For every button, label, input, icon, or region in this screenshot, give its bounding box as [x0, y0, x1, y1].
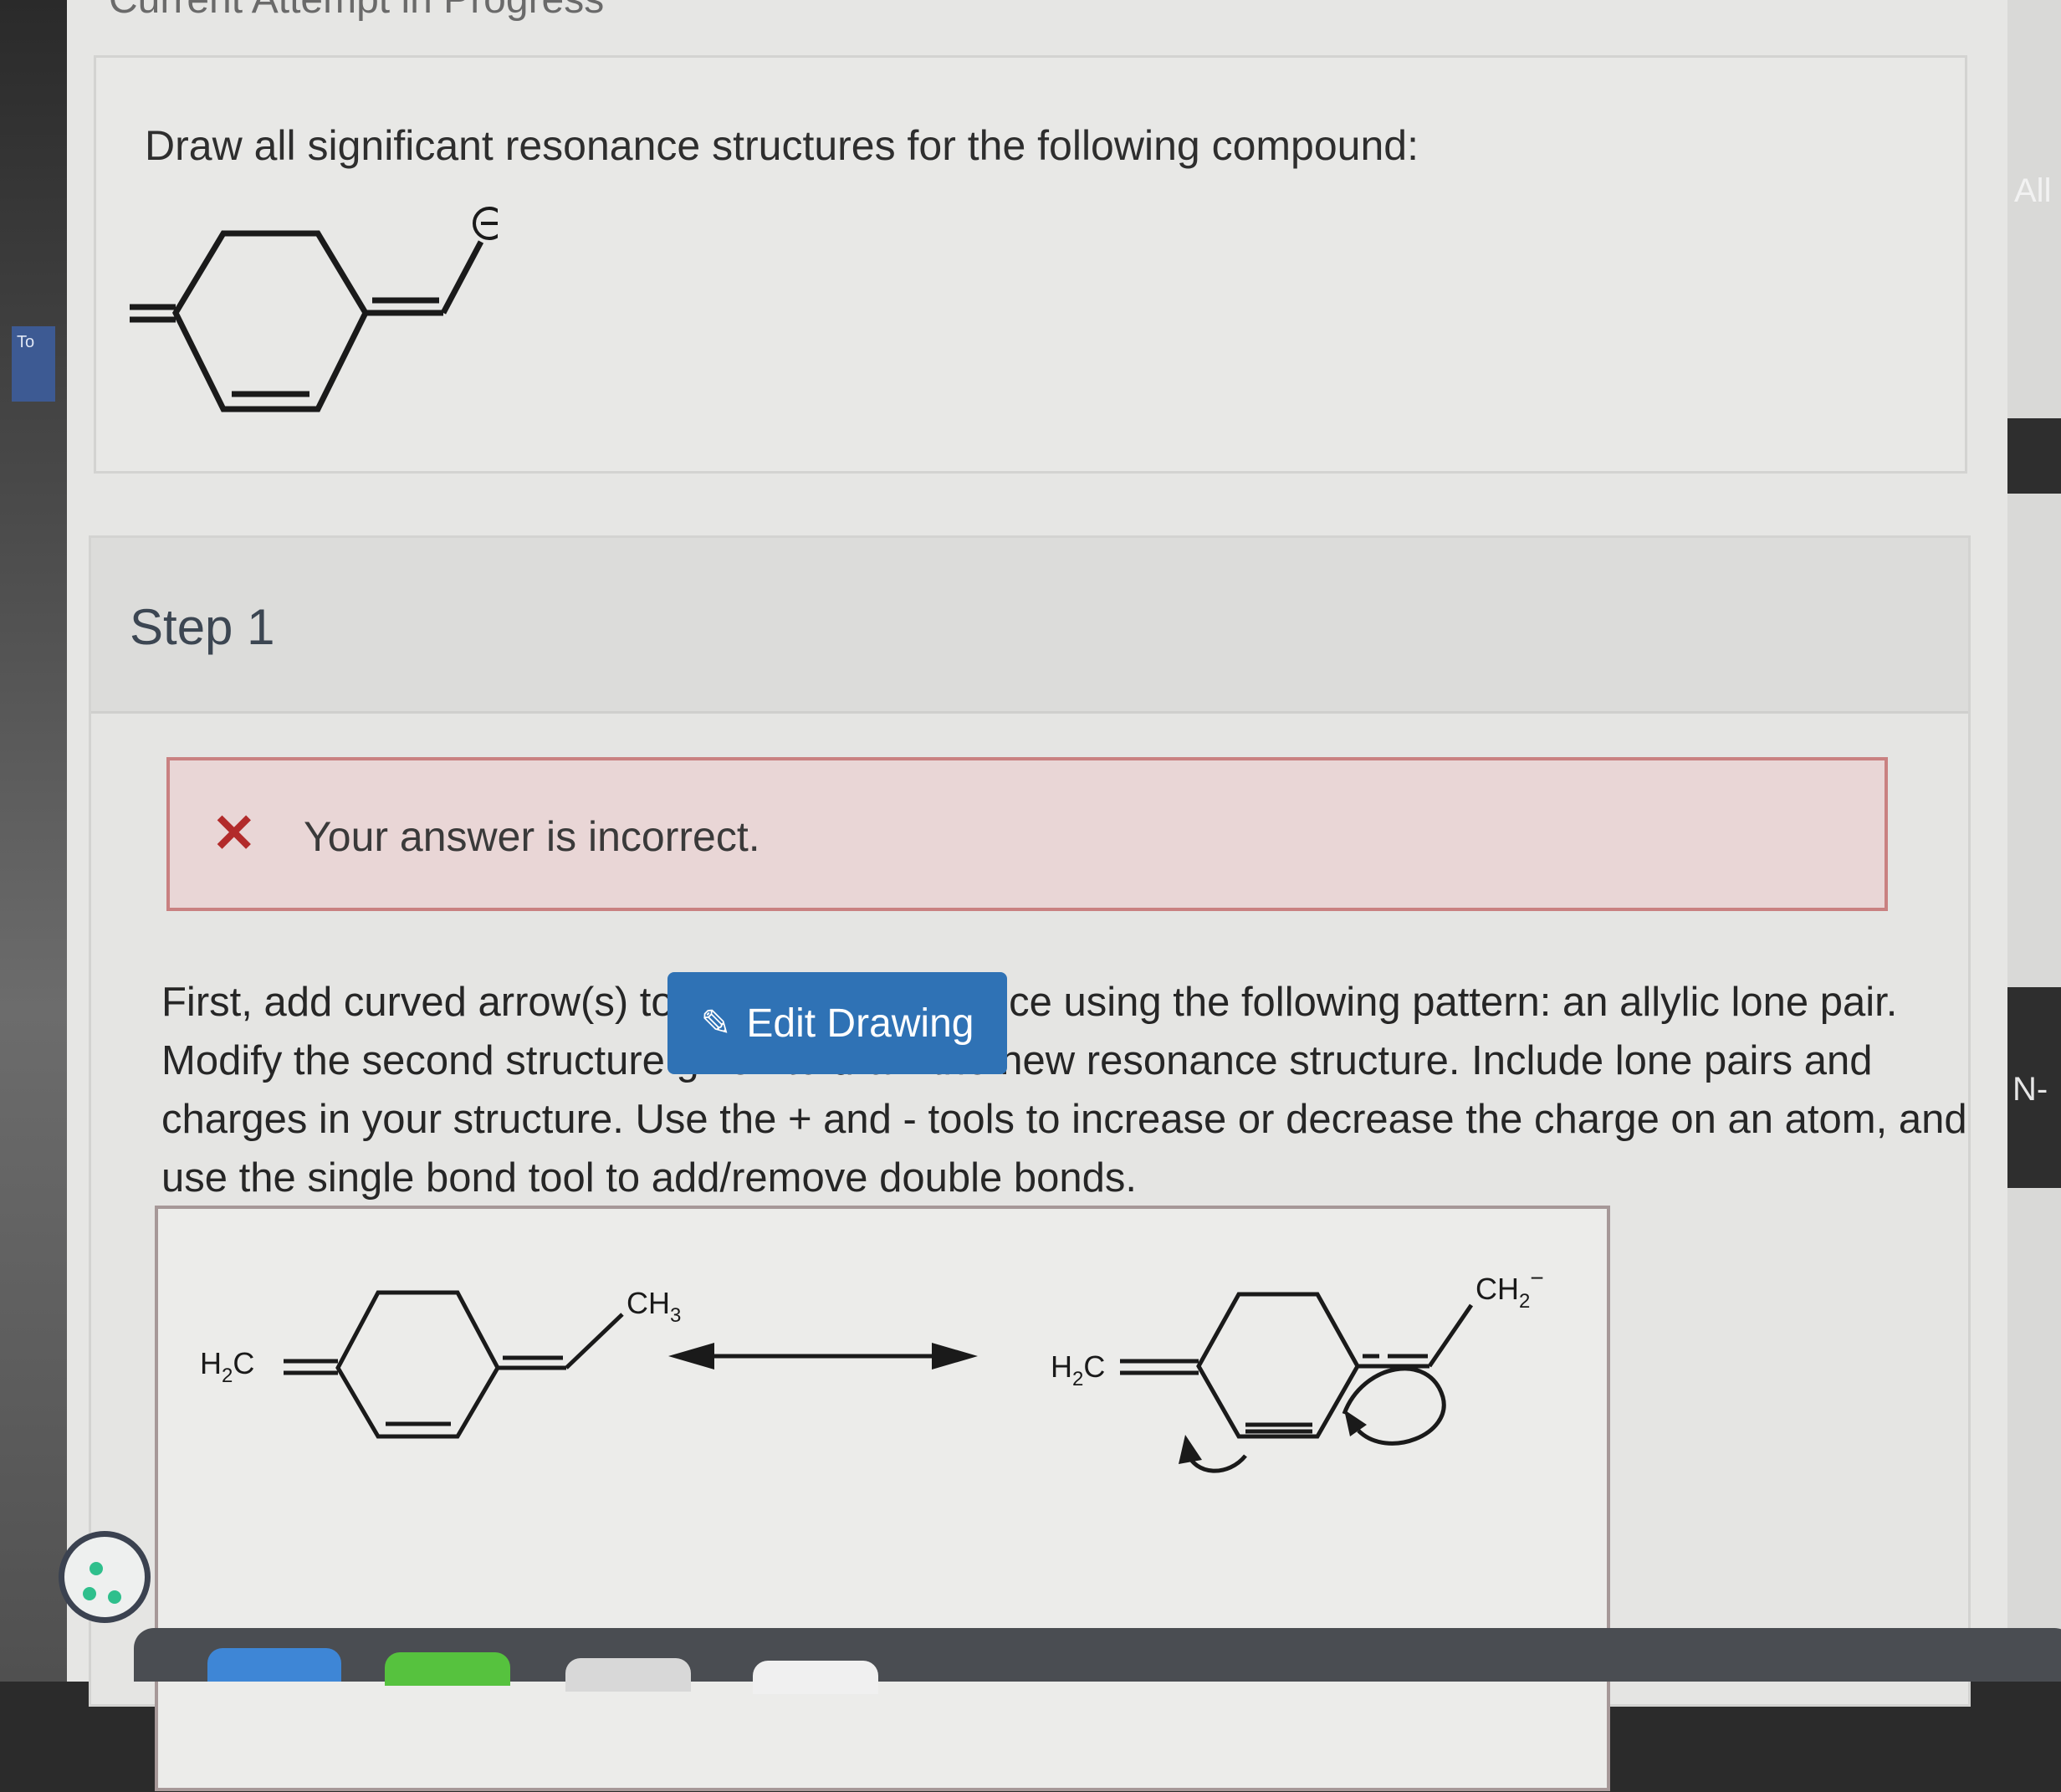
feedback-message: Your answer is incorrect. [304, 813, 760, 860]
right-side-panel: All N- [2007, 0, 2061, 1682]
feedback-box: ✕ Your answer is incorrect. [166, 757, 1888, 911]
bottom-tab-gray[interactable] [565, 1658, 691, 1692]
assignment-page: Current Attempt in Progress Draw all sig… [67, 0, 2061, 1791]
left-side-tab[interactable]: To [12, 326, 55, 402]
left-tab-label: To [17, 333, 35, 351]
ch2-anion-label: CH2− [1475, 1265, 1544, 1313]
bottom-tab-white[interactable] [753, 1661, 878, 1694]
curved-arrows [1179, 1366, 1446, 1473]
left-background-strip: To [0, 0, 67, 1682]
right-panel-block-lower: N- [2007, 987, 2061, 1188]
attempt-header: Current Attempt in Progress [109, 0, 604, 23]
right-structure [1120, 1292, 1474, 1439]
edit-drawing-button[interactable]: ✎ Edit Drawing [667, 972, 1007, 1074]
pencil-icon: ✎ [700, 1002, 732, 1044]
question-prompt: Draw all significant resonance structure… [145, 122, 1419, 169]
ch3-label: CH3 [626, 1286, 681, 1327]
resonance-arrow [668, 1343, 978, 1370]
compound-structure [130, 207, 498, 412]
left-h2c-label: H2C [200, 1346, 254, 1387]
right-h2c-label: H2C [1051, 1349, 1105, 1390]
drawing-area[interactable]: H2C CH3 H2C CH2− [155, 1206, 1610, 1791]
edit-drawing-label: Edit Drawing [746, 1001, 974, 1046]
left-structure [284, 1290, 624, 1439]
right-panel-block [2007, 418, 2061, 494]
cookie-settings-icon[interactable] [59, 1531, 151, 1623]
close-icon: ✕ [212, 803, 257, 863]
step-instructions: First, add curved arrow(s) to show the r… [161, 980, 1967, 1201]
right-panel-text-n: N- [2012, 1071, 2048, 1108]
step-header: Step 1 [91, 538, 1968, 714]
resonance-drawing: H2C CH3 H2C CH2− [200, 1265, 1544, 1473]
bottom-tab-green[interactable] [385, 1652, 510, 1686]
question-card: Draw all significant resonance structure… [94, 55, 1967, 474]
step-title: Step 1 [130, 599, 275, 655]
bottom-tab-blue[interactable] [207, 1648, 341, 1682]
step-card: Step 1 ✕ Your answer is incorrect. First… [89, 535, 1971, 1791]
right-panel-text-all: All [2014, 172, 2052, 209]
